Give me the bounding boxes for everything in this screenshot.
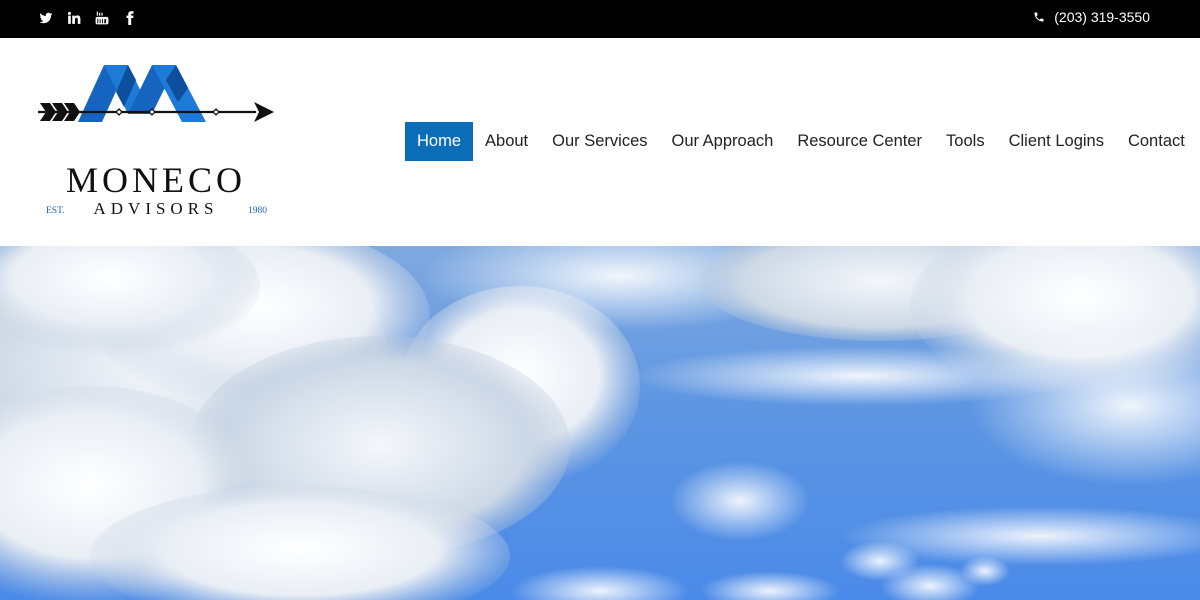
site-logo[interactable]: MONECO EST. ADVISORS 1980 [36, 62, 278, 218]
logo-subtitle: ADVISORS [93, 199, 218, 218]
youtube-icon[interactable] [94, 10, 110, 26]
nav-tools[interactable]: Tools [934, 122, 997, 161]
nav-client-logins[interactable]: Client Logins [997, 122, 1116, 161]
phone-icon [1034, 12, 1044, 22]
nav-contact[interactable]: Contact [1116, 122, 1197, 161]
social-links [38, 10, 138, 26]
twitter-icon[interactable] [38, 10, 54, 26]
linkedin-icon[interactable] [66, 10, 82, 26]
nav-home[interactable]: Home [405, 122, 474, 161]
logo-mark [78, 65, 206, 122]
phone-number[interactable]: (203) 319-3550 [1054, 9, 1150, 25]
phone-contact[interactable]: (203) 319-3550 [1033, 9, 1150, 25]
site-header: MONECO EST. ADVISORS 1980 Home About Our… [0, 38, 1200, 246]
nav-about[interactable]: About [473, 122, 540, 161]
facebook-icon[interactable] [122, 10, 138, 26]
nav-our-approach[interactable]: Our Approach [660, 122, 786, 161]
logo-name: MONECO [66, 160, 246, 200]
main-nav: Home About Our Services Our Approach Res… [405, 122, 1197, 161]
nav-resource-center[interactable]: Resource Center [785, 122, 934, 161]
logo-est: EST. [46, 206, 65, 216]
hero-image [0, 246, 1200, 600]
nav-our-services[interactable]: Our Services [540, 122, 659, 161]
top-bar: (203) 319-3550 [0, 0, 1200, 38]
logo-year: 1980 [248, 206, 267, 216]
